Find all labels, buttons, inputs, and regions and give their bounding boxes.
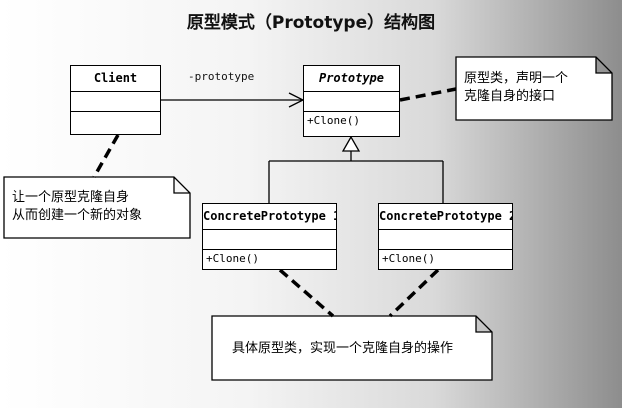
prototype-note: 原型类，声明一个 克隆自身的接口 [464,70,568,106]
prototype-note-line2: 克隆自身的接口 [464,89,556,104]
concrete-note-line1: 具体原型类，实现一个克隆自身的操作 [232,341,454,356]
prototype-note-anchor [399,87,457,102]
prototype-class-name: Prototype [304,66,399,92]
concrete-prototype-2-clone-operation: +Clone() [382,252,435,265]
client-class-name: Client [71,66,160,92]
concrete1-note-anchor [278,268,335,318]
concrete-prototype-2-attributes [379,230,512,250]
client-note-line1: 让一个原型克隆自身 [12,190,130,205]
prototype-note-line1: 原型类，声明一个 [464,71,569,86]
diagram-title: 原型模式（Prototype）结构图 [186,13,436,33]
concrete-prototype-1-clone-operation: +Clone() [206,252,259,265]
prototype-clone-operation: +Clone() [307,114,360,127]
concrete-prototype-1-name: ConcretePrototype 1 [203,204,336,230]
concrete-prototype-1-class[interactable]: ConcretePrototype 1 +Clone() [202,203,337,270]
concrete-prototype-1-attributes [203,230,336,250]
concrete2-note-anchor [388,268,440,318]
concrete-prototype-2-name: ConcretePrototype 2 [379,204,512,230]
concrete-prototype-2-class[interactable]: ConcretePrototype 2 +Clone() [378,203,513,270]
concrete-note: 具体原型类，实现一个克隆自身的操作 [232,340,453,358]
client-note: 让一个原型克隆自身 从而创建一个新的对象 [12,189,142,225]
client-class-attributes [71,92,160,112]
generalization-triangle [341,135,361,152]
association-label: -prototype [188,70,255,83]
client-note-line2: 从而创建一个新的对象 [12,208,143,223]
prototype-class-attributes [304,92,399,112]
prototype-class[interactable]: Prototype +Clone() [303,65,400,137]
client-class[interactable]: Client [70,65,161,135]
client-note-anchor [92,134,120,178]
